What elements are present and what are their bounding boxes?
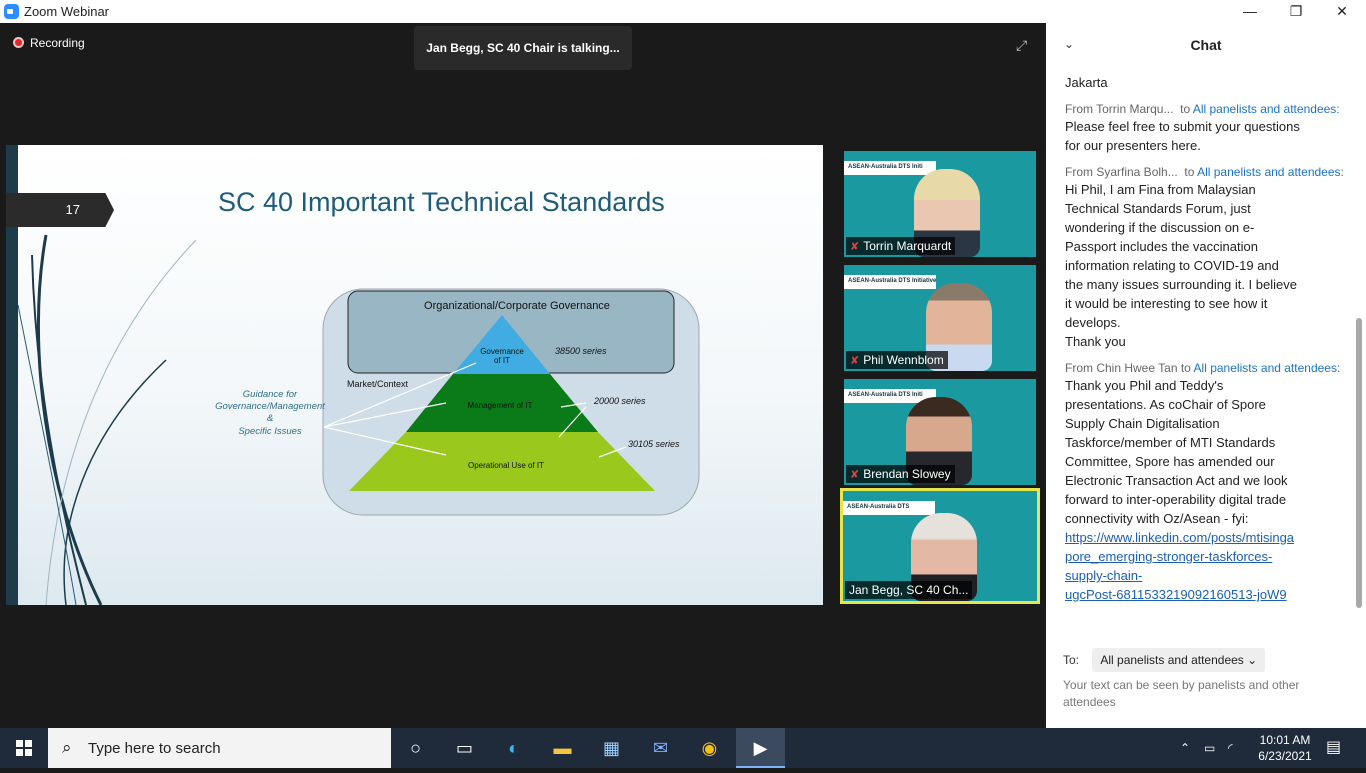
management-it-label: Management of IT	[468, 401, 533, 410]
chat-scrollbar[interactable]	[1356, 70, 1362, 630]
chat-input-hint[interactable]: Your text can be seen by panelists and o…	[1063, 677, 1353, 711]
taskbar-clock[interactable]: 10:01 AM 6/23/2021	[1250, 732, 1320, 764]
chat-title: Chat	[1190, 37, 1222, 53]
mic-muted-icon: ✘	[850, 241, 860, 253]
wifi-icon[interactable]: ◜	[1228, 728, 1233, 768]
recipient-dropdown[interactable]: All panelists and attendees ⌄	[1092, 648, 1266, 672]
participant-tile[interactable]: ASEAN-Australia DTS Initi ✘ Brendan Slowe…	[844, 379, 1036, 485]
zoom-icon[interactable]: ▶	[736, 728, 785, 768]
mic-muted-icon: ✘	[850, 469, 860, 481]
minimize-button[interactable]: —	[1227, 0, 1273, 23]
participant-name: Jan Begg, SC 40 Ch...	[845, 581, 973, 599]
window-title: Zoom Webinar	[24, 4, 110, 19]
title-bar: Zoom Webinar — ❐ ✕	[0, 0, 1366, 23]
tile-banner: ASEAN-Australia DTS	[843, 501, 935, 515]
recipient-selector: To: All panelists and attendees ⌄	[1063, 648, 1266, 672]
org-governance-label: Organizational/Corporate Governance	[424, 300, 610, 312]
taskbar-search[interactable]: ⌕ Type here to search	[48, 728, 391, 768]
tile-banner: ASEAN-Australia DTS Initiative	[844, 275, 936, 289]
zoom-app-icon	[4, 4, 19, 19]
recording-label: Recording	[30, 36, 85, 50]
clock-date: 6/23/2021	[1258, 749, 1312, 763]
notifications-icon[interactable]: ▤	[1326, 728, 1341, 768]
to-label: To:	[1063, 653, 1080, 667]
mic-muted-icon: ✘	[850, 355, 860, 367]
search-placeholder: Type here to search	[88, 740, 221, 757]
expand-icon[interactable]: ⤢	[1016, 37, 1032, 53]
mail-icon[interactable]: ✉	[636, 728, 685, 768]
guidance-label-1: Guidance for	[243, 389, 298, 400]
chat-message: From Syarfina Bolh... to All panelists a…	[1046, 165, 1356, 351]
close-button[interactable]: ✕	[1319, 0, 1365, 23]
shared-slide: Organizational/Corporate Governance Gove…	[6, 145, 823, 605]
slide-title: SC 40 Important Technical Standards	[218, 187, 665, 217]
scrollbar-thumb[interactable]	[1356, 318, 1362, 608]
tile-banner: ASEAN-Australia DTS Initi	[844, 161, 936, 175]
video-stage: Recording Jan Begg, SC 40 Chair is talki…	[0, 23, 1046, 728]
series-20000-label: 20000 series	[593, 396, 646, 406]
message-link[interactable]: https://www.linkedin.com/posts/mtisinga p…	[1065, 530, 1294, 602]
message-fragment: Jakarta	[1065, 75, 1108, 90]
chevron-down-icon: ⌄	[1247, 653, 1258, 667]
battery-icon[interactable]: ▭	[1204, 728, 1215, 768]
slide-number: 17	[6, 193, 114, 227]
file-explorer-icon[interactable]: ▬	[538, 728, 587, 768]
decorative-swooshes	[17, 234, 197, 605]
show-hidden-icons[interactable]: ⌃	[1180, 728, 1190, 768]
governance-it-label-1: Governance	[480, 347, 524, 356]
guidance-label-3: &	[267, 413, 273, 424]
message-body: Thank you Phil and Teddy's presentations.…	[1065, 378, 1295, 602]
recording-icon	[13, 37, 24, 48]
store-icon[interactable]: ▦	[587, 728, 636, 768]
participant-name: ✘ Torrin Marquardt	[846, 237, 956, 255]
participant-name: ✘ Phil Wennblom	[846, 351, 948, 369]
participant-tile[interactable]: ASEAN-Australia DTS Initiative ✘ Phil Wen…	[844, 265, 1036, 371]
message-body: Please feel free to submit your question…	[1065, 119, 1300, 153]
series-30105-label: 30105 series	[628, 439, 680, 449]
message-from: From Torrin Marqu... to All panelists an…	[1065, 102, 1340, 116]
chat-message: From Torrin Marqu... to All panelists an…	[1046, 102, 1356, 155]
chat-messages[interactable]: Jakarta From Torrin Marqu... to All pane…	[1046, 65, 1356, 633]
edge-icon[interactable]: ◐	[489, 728, 538, 768]
message-body: Hi Phil, I am Fina from Malaysian Technic…	[1065, 182, 1297, 349]
chevron-down-icon[interactable]: ⌄	[1064, 37, 1074, 51]
active-speaker-tile[interactable]: ASEAN-Australia DTS Jan Begg, SC 40 Ch..…	[840, 488, 1040, 604]
chat-message: From Chin Hwee Tan to All panelists and …	[1046, 361, 1356, 604]
message-from: From Chin Hwee Tan to All panelists and …	[1065, 361, 1341, 375]
participant-tile[interactable]: ASEAN-Australia DTS Initi ✘ Torrin Marqua…	[844, 151, 1036, 257]
chat-message: Jakarta	[1046, 73, 1356, 92]
talking-banner: Jan Begg, SC 40 Chair is talking...	[414, 26, 632, 70]
chat-panel: Chat ⌄ Jakarta From Torrin Marqu... to A…	[1046, 23, 1366, 728]
guidance-label-4: Specific Issues	[238, 426, 302, 437]
task-view-icon[interactable]: ▭	[440, 728, 489, 768]
governance-it-label-2: of IT	[494, 356, 510, 365]
message-recipient[interactable]: All panelists and attendees:	[1194, 361, 1341, 375]
taskbar: ⌕ Type here to search ○ ▭ ◐ ▬ ▦ ✉ ◉ ▶ ⌃ …	[0, 728, 1366, 768]
recording-indicator[interactable]: Recording	[13, 36, 85, 50]
restore-button[interactable]: ❐	[1273, 0, 1319, 23]
windows-logo-icon	[16, 740, 32, 756]
search-icon: ⌕	[62, 738, 72, 757]
operational-it-label: Operational Use of IT	[468, 461, 544, 470]
cortana-icon[interactable]: ○	[391, 728, 440, 768]
chrome-icon[interactable]: ◉	[685, 728, 734, 768]
message-from: From Syarfina Bolh... to All panelists a…	[1065, 165, 1344, 179]
message-recipient[interactable]: All panelists and attendees:	[1193, 102, 1340, 116]
series-38500-label: 38500 series	[555, 346, 607, 356]
clock-time: 10:01 AM	[1259, 733, 1311, 747]
windows-start-button[interactable]	[0, 728, 48, 768]
guidance-label-2: Governance/Management	[215, 401, 325, 412]
message-recipient[interactable]: All panelists and attendees:	[1197, 165, 1344, 179]
participant-name: ✘ Brendan Slowey	[846, 465, 955, 483]
market-context-label: Market/Context	[347, 379, 409, 389]
